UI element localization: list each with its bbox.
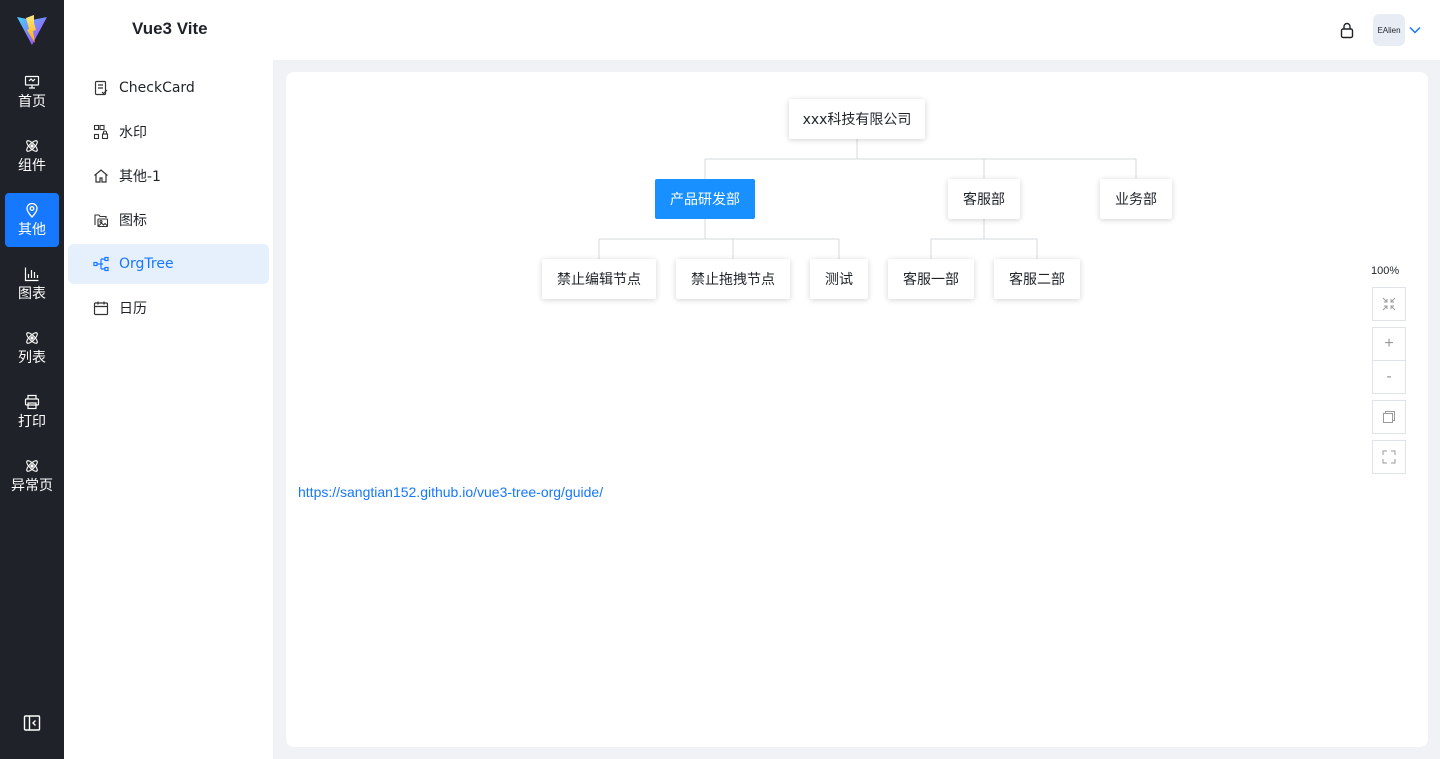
rail-item-list[interactable]: 列表: [5, 321, 59, 375]
rail-item-label: 打印: [18, 414, 46, 430]
printer-icon: [24, 394, 40, 410]
rail-item-home[interactable]: 首页: [5, 65, 59, 119]
rail-item-label: 首页: [18, 94, 46, 110]
submenu-item-watermark[interactable]: 水印: [68, 112, 269, 152]
submenu-item-calendar[interactable]: 日历: [68, 288, 269, 328]
submenu-item-orgtree[interactable]: OrgTree: [68, 244, 269, 284]
submenu-item-label: OrgTree: [119, 256, 174, 272]
zoom-out-button[interactable]: -: [1372, 360, 1406, 394]
atom-icon: [26, 140, 38, 152]
org-node-cs-2[interactable]: 客服二部: [994, 259, 1080, 299]
zoom-in-button[interactable]: +: [1372, 327, 1406, 361]
guide-link[interactable]: https://sangtian152.github.io/vue3-tree-…: [298, 484, 603, 500]
rail-item-components[interactable]: 组件: [5, 129, 59, 183]
org-node-no-edit[interactable]: 禁止编辑节点: [542, 259, 656, 299]
submenu-item-icons[interactable]: 图标: [68, 200, 269, 240]
org-node-customer-service[interactable]: 客服部: [948, 179, 1020, 219]
top-header: Vue3 Vite EAlien: [64, 0, 1440, 60]
org-node-rd[interactable]: 产品研发部: [655, 179, 755, 219]
monitor-icon: [24, 75, 40, 89]
zoom-level: 100%: [1371, 265, 1400, 277]
compress-arrows-icon: [1382, 297, 1396, 311]
atom-icon: [26, 460, 38, 472]
rail-item-label: 图表: [18, 286, 46, 302]
app-title: Vue3 Vite: [132, 19, 208, 38]
rail-item-label: 异常页: [11, 478, 53, 494]
rail-item-print[interactable]: 打印: [5, 385, 59, 439]
org-node-test[interactable]: 测试: [810, 259, 868, 299]
org-tree-icon: [93, 256, 109, 272]
submenu-item-label: 图标: [119, 213, 147, 229]
left-rail: 首页 组件 其他 图表 列表 打印 异常页: [0, 0, 64, 759]
org-tree-card: xxx科技有限公司 产品研发部 客服部 业务部 禁止编辑节点 禁止拖拽节点 测试…: [286, 72, 1428, 747]
copy-icon: [1383, 411, 1395, 423]
submenu-item-other-1[interactable]: 其他-1: [68, 156, 269, 196]
home-icon: [94, 169, 108, 183]
qrcode-lock-icon: [93, 124, 109, 140]
fullscreen-button[interactable]: [1372, 440, 1406, 474]
user-avatar[interactable]: EAlien: [1373, 14, 1405, 46]
fit-screen-button[interactable]: [1372, 287, 1406, 321]
atom-icon: [26, 332, 38, 344]
submenu-item-label: 水印: [119, 125, 147, 141]
rail-item-charts[interactable]: 图表: [5, 257, 59, 311]
org-node-cs-1[interactable]: 客服一部: [888, 259, 974, 299]
expand-arrows-icon: [1382, 450, 1396, 464]
check-list-icon: [94, 80, 108, 96]
rail-item-label: 组件: [18, 158, 46, 174]
lock-icon[interactable]: [1338, 21, 1356, 39]
vite-logo-icon[interactable]: [15, 13, 49, 47]
collapse-sidebar-icon[interactable]: [23, 714, 41, 732]
sub-menu: CheckCard 水印 其他-1 图标 OrgTree 日历: [64, 60, 274, 759]
bar-chart-icon: [24, 267, 39, 282]
chevron-down-icon[interactable]: [1408, 23, 1422, 37]
org-node-root[interactable]: xxx科技有限公司: [789, 99, 925, 139]
org-node-business[interactable]: 业务部: [1100, 179, 1172, 219]
rail-item-label: 列表: [18, 350, 46, 366]
submenu-item-checkcard[interactable]: CheckCard: [68, 68, 269, 108]
copy-button[interactable]: [1372, 400, 1406, 434]
rail-item-other[interactable]: 其他: [5, 193, 59, 247]
image-files-icon: [94, 214, 109, 228]
submenu-item-label: 日历: [119, 301, 147, 317]
rail-item-error-pages[interactable]: 异常页: [5, 449, 59, 503]
submenu-item-label: 其他-1: [119, 169, 161, 185]
submenu-item-label: CheckCard: [119, 80, 195, 96]
org-node-no-drag[interactable]: 禁止拖拽节点: [676, 259, 790, 299]
rail-item-label: 其他: [18, 222, 46, 238]
calendar-icon: [93, 301, 109, 316]
location-pin-icon: [26, 202, 38, 218]
